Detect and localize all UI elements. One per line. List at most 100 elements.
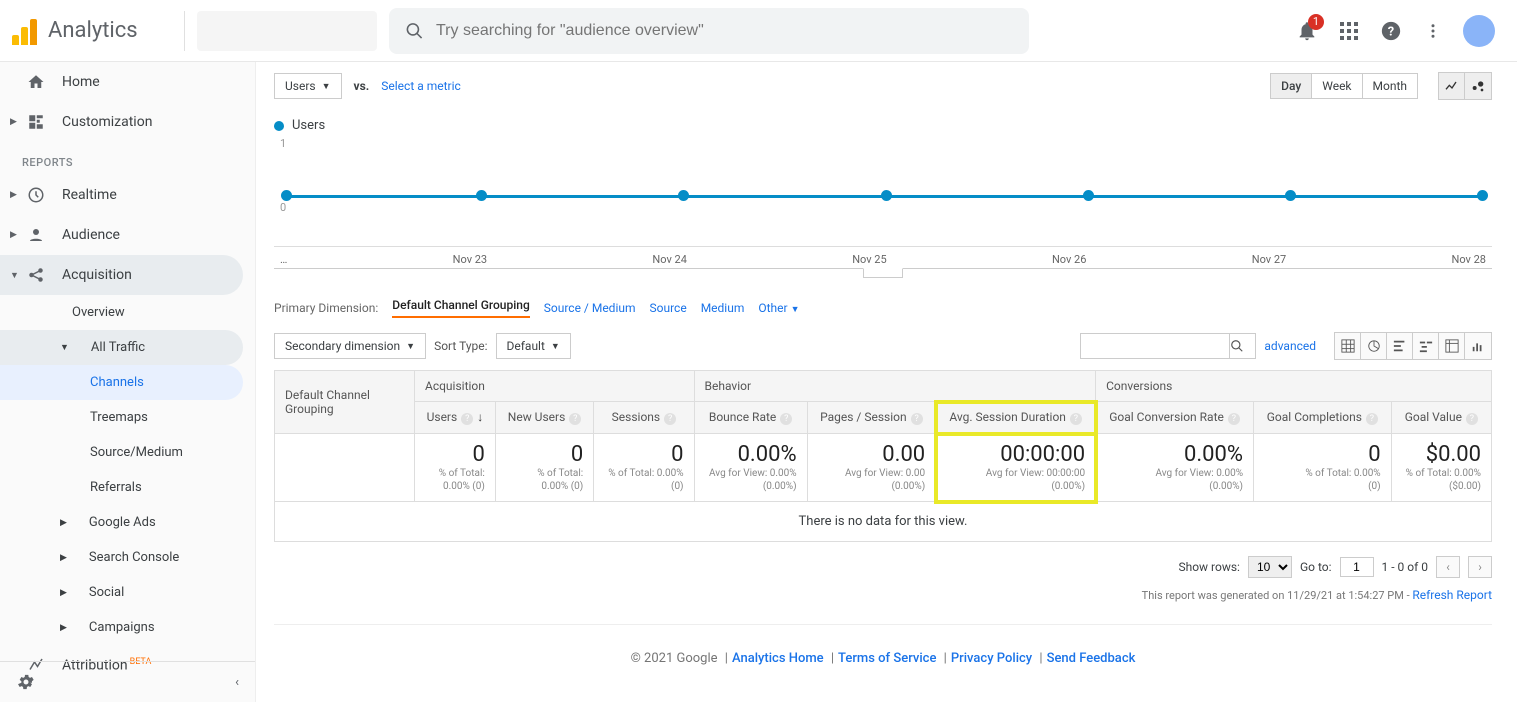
dim-other[interactable]: Other ▼ — [758, 301, 799, 315]
chart-x-axis: … Nov 23 Nov 24 Nov 25 Nov 26 Nov 27 Nov… — [274, 253, 1492, 266]
caret-down-icon: ▼ — [551, 341, 560, 352]
chart-motion-button[interactable] — [1465, 73, 1491, 99]
metric-dropdown[interactable]: Users▼ — [274, 73, 342, 99]
caret-icon: ▶ — [60, 518, 67, 528]
nav-treemaps[interactable]: Treemaps — [0, 400, 255, 435]
dim-source-medium[interactable]: Source / Medium — [544, 301, 636, 315]
chart-line-button[interactable] — [1439, 73, 1465, 99]
col-goal-completions[interactable]: Goal Completions? — [1254, 402, 1392, 434]
collapse-sidebar-button[interactable]: ‹ — [235, 675, 239, 690]
notifications-button[interactable]: 1 — [1295, 19, 1319, 43]
summary-2: 0% of Total: 0.00%(0) — [594, 434, 694, 502]
property-selector[interactable] — [197, 11, 377, 51]
summary-8: $0.00% of Total: 0.00%($0.00) — [1391, 434, 1491, 502]
search-input[interactable] — [436, 22, 1013, 40]
select-metric-link[interactable]: Select a metric — [381, 79, 461, 93]
col-goal-conversion-rate[interactable]: Goal Conversion Rate? — [1096, 402, 1254, 434]
caret-icon: ▶ — [10, 117, 20, 127]
group-behavior: Behavior — [694, 371, 1096, 402]
caret-icon: ▶ — [60, 553, 67, 563]
col-avg-session-duration[interactable]: Avg. Session Duration? — [936, 402, 1096, 434]
col-users[interactable]: Users?↓ — [415, 402, 496, 434]
bars-icon — [1393, 339, 1407, 353]
bubble-icon — [1470, 78, 1486, 94]
secondary-dimension-dropdown[interactable]: Secondary dimension▼ — [274, 333, 426, 359]
logo[interactable]: Analytics — [12, 17, 172, 45]
pivot-icon — [1445, 339, 1459, 353]
dim-default-channel[interactable]: Default Channel Grouping — [392, 298, 530, 318]
dim-medium[interactable]: Medium — [701, 301, 745, 315]
more-button[interactable] — [1421, 19, 1445, 43]
dashboard-icon — [26, 112, 46, 132]
no-data-message: There is no data for this view. — [274, 502, 1492, 542]
col-bounce-rate[interactable]: Bounce Rate? — [694, 402, 807, 434]
user-avatar[interactable] — [1463, 15, 1495, 47]
footer-analytics-home[interactable]: Analytics Home — [732, 651, 824, 666]
nav-campaigns[interactable]: ▶Campaigns — [0, 610, 255, 645]
nav-customization[interactable]: ▶ Customization — [0, 102, 255, 142]
view-table-button[interactable] — [1335, 333, 1361, 359]
search-box[interactable] — [389, 8, 1029, 54]
range-day[interactable]: Day — [1271, 74, 1312, 98]
row-dimension-header[interactable]: Default Channel Grouping — [275, 371, 415, 434]
group-acquisition: Acquisition — [415, 371, 695, 402]
nav-source-medium[interactable]: Source/Medium — [0, 435, 255, 470]
goto-input[interactable] — [1340, 557, 1374, 577]
rows-select[interactable]: 10 — [1248, 556, 1292, 578]
barchart-icon — [1471, 339, 1485, 353]
caret-down-icon: ▼ — [322, 81, 331, 92]
nav-search-console[interactable]: ▶Search Console — [0, 540, 255, 575]
chart-resize-handle[interactable] — [274, 268, 1492, 280]
range-week[interactable]: Week — [1312, 74, 1362, 98]
view-pivot-button[interactable] — [1439, 333, 1465, 359]
users-chart[interactable]: 1 0 — [274, 137, 1492, 247]
line-chart-icon — [1444, 78, 1460, 94]
view-comparison-button[interactable] — [1413, 333, 1439, 359]
nav-all-traffic[interactable]: ▼All Traffic — [0, 330, 243, 365]
col-sessions[interactable]: Sessions? — [594, 402, 694, 434]
range-month[interactable]: Month — [1363, 74, 1417, 98]
caret-icon: ▶ — [10, 190, 20, 200]
nav-channels[interactable]: Channels — [0, 365, 243, 400]
view-cloud-button[interactable] — [1465, 333, 1491, 359]
nav-audience[interactable]: ▶ Audience — [0, 215, 255, 255]
nav-home[interactable]: Home — [0, 62, 255, 102]
advanced-link[interactable]: advanced — [1264, 339, 1316, 353]
nav-realtime[interactable]: ▶ Realtime — [0, 175, 255, 215]
footer-privacy[interactable]: Privacy Policy — [951, 651, 1032, 666]
pagination: Show rows: 10 Go to: 1 - 0 of 0 ‹ › — [274, 556, 1492, 578]
prev-page-button[interactable]: ‹ — [1436, 556, 1460, 578]
col-new-users[interactable]: New Users? — [495, 402, 593, 434]
summary-4: 0.00Avg for View: 0.00(0.00%) — [807, 434, 936, 502]
summary-6: 0.00%Avg for View: 0.00%(0.00%) — [1096, 434, 1254, 502]
view-pie-button[interactable] — [1361, 333, 1387, 359]
summary-0: 0% of Total:0.00% (0) — [415, 434, 496, 502]
footer-feedback[interactable]: Send Feedback — [1047, 651, 1136, 666]
table-search-input[interactable] — [1080, 333, 1230, 359]
sort-type-dropdown[interactable]: Default▼ — [496, 333, 571, 359]
app-header: Analytics 1 ? — [0, 0, 1517, 62]
notification-badge: 1 — [1308, 14, 1324, 30]
summary-5: 00:00:00Avg for View: 00:00:00(0.00%) — [936, 434, 1096, 502]
nav-social[interactable]: ▶Social — [0, 575, 255, 610]
person-icon — [26, 225, 46, 245]
help-button[interactable]: ? — [1379, 19, 1403, 43]
refresh-report-link[interactable]: Refresh Report — [1412, 588, 1492, 602]
dim-source[interactable]: Source — [650, 301, 687, 315]
apps-button[interactable] — [1337, 19, 1361, 43]
gear-icon[interactable] — [16, 672, 36, 692]
more-vert-icon — [1424, 22, 1442, 40]
table-search-button[interactable] — [1230, 333, 1256, 359]
col-goal-value[interactable]: Goal Value? — [1391, 402, 1491, 434]
nav-overview[interactable]: Overview — [0, 295, 255, 330]
nav-referrals[interactable]: Referrals — [0, 470, 255, 505]
nav-acquisition[interactable]: ▼ Acquisition — [0, 255, 243, 295]
summary-1: 0% of Total:0.00% (0) — [495, 434, 593, 502]
footer-terms[interactable]: Terms of Service — [838, 651, 936, 666]
nav-google-ads[interactable]: ▶Google Ads — [0, 505, 255, 540]
primary-dimension-row: Primary Dimension: Default Channel Group… — [274, 298, 1492, 318]
next-page-button[interactable]: › — [1468, 556, 1492, 578]
sort-type-label: Sort Type: — [434, 339, 487, 353]
view-performance-button[interactable] — [1387, 333, 1413, 359]
col-pages-session[interactable]: Pages / Session? — [807, 402, 936, 434]
